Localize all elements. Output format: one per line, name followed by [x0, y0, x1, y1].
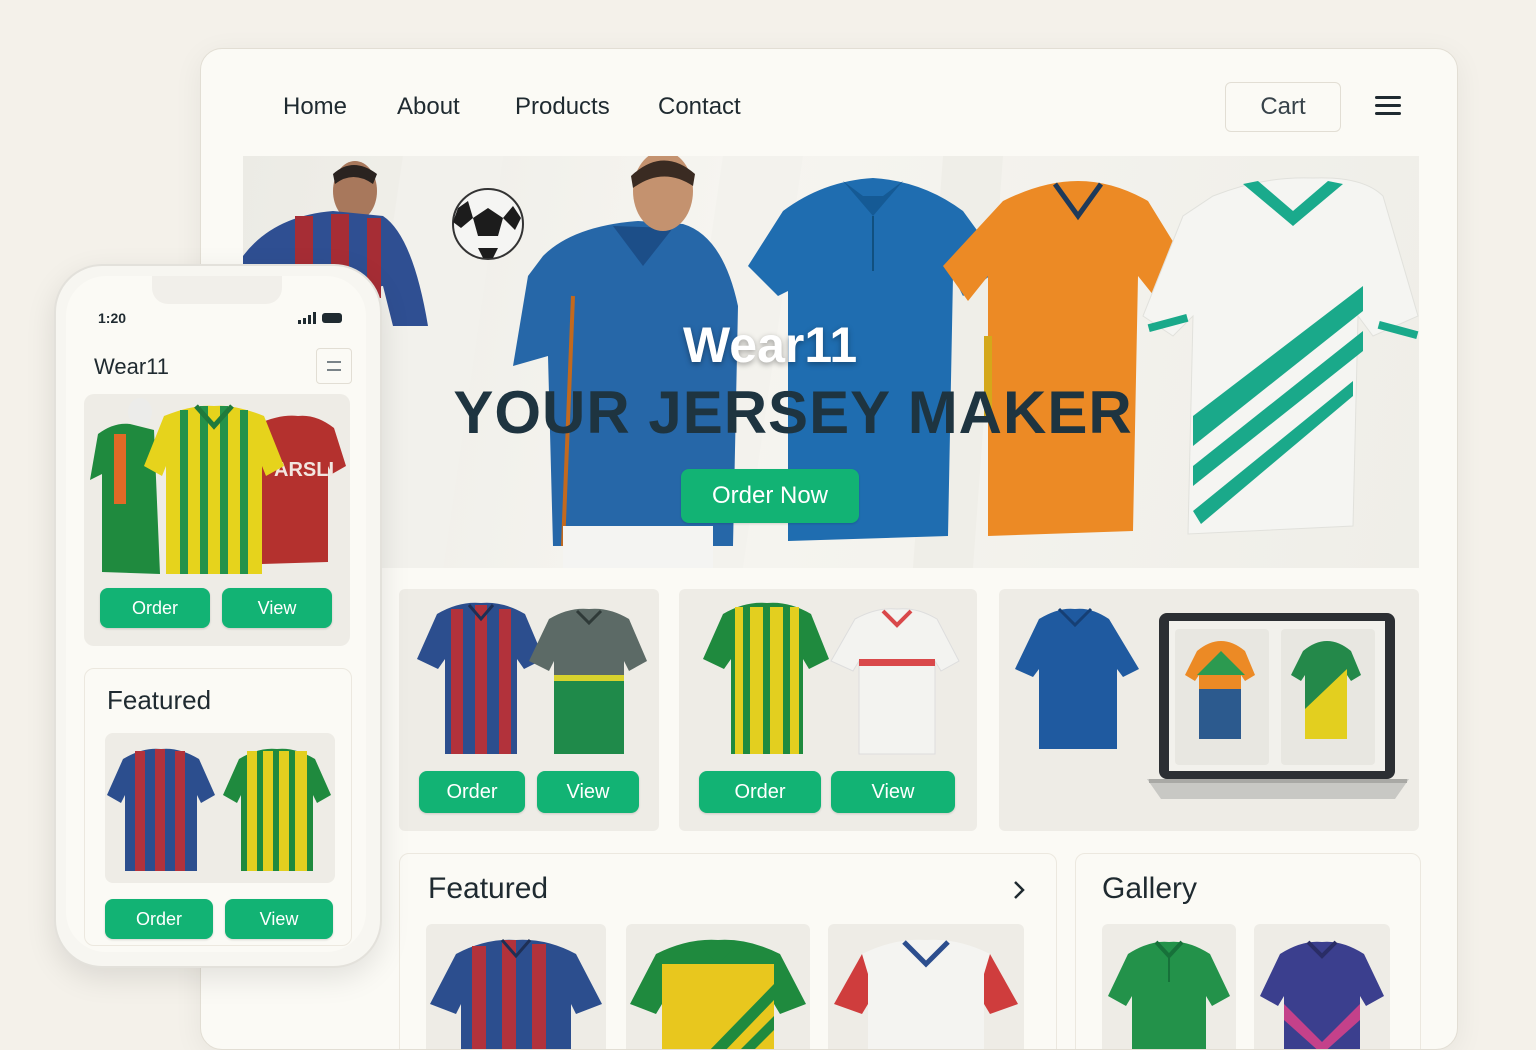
top-navigation: Home About Products Contact Cart: [201, 49, 1457, 159]
order-button[interactable]: Order: [699, 771, 821, 813]
laptop-preview-card: [999, 589, 1419, 831]
status-time: 1:20: [98, 310, 127, 326]
product-image: [417, 602, 647, 754]
view-button[interactable]: View: [831, 771, 955, 813]
product-image: [703, 602, 960, 755]
nav-products[interactable]: Products: [515, 93, 610, 121]
mobile-featured-section: Featured Order View: [84, 668, 352, 946]
mobile-screen: 1:20 Wear11 ARSLI Order View Featured Or…: [66, 276, 366, 952]
jersey-print-text: ARSLI: [274, 459, 334, 481]
mobile-view-button[interactable]: View: [222, 588, 332, 628]
featured-item[interactable]: [626, 924, 810, 1049]
featured-title: Featured: [428, 872, 549, 905]
mobile-product-card: ARSLI Order View: [84, 394, 350, 646]
gallery-title: Gallery: [1102, 872, 1198, 905]
mobile-featured-image: [105, 733, 335, 883]
desktop-browser-frame: Home About Products Contact Cart Wear11 …: [200, 48, 1458, 1050]
mobile-featured-title: Featured: [107, 685, 212, 715]
view-button[interactable]: View: [537, 771, 639, 813]
featured-item[interactable]: [426, 924, 606, 1049]
hero-banner: Wear11 YOUR JERSEY MAKER Order Now: [243, 156, 1419, 568]
featured-panel: Featured: [399, 853, 1057, 1049]
product-card: Order View: [399, 589, 659, 831]
gallery-item[interactable]: [1254, 924, 1390, 1049]
mobile-app-name: Wear11: [94, 354, 170, 379]
chevron-right-icon[interactable]: [1012, 880, 1026, 900]
mobile-phone-frame: 1:20 Wear11 ARSLI Order View Featured Or…: [54, 264, 382, 968]
order-button[interactable]: Order: [419, 771, 525, 813]
mobile-product-image: ARSLI: [90, 398, 346, 574]
mobile-view-button[interactable]: View: [225, 899, 333, 939]
hero-brand-name: Wear11: [683, 317, 858, 373]
nav-home[interactable]: Home: [283, 93, 347, 121]
phone-notch: [152, 276, 282, 304]
football-icon: [452, 188, 524, 260]
signal-battery-icon: [298, 312, 342, 324]
hamburger-icon[interactable]: [1375, 96, 1401, 116]
nav-about[interactable]: About: [397, 93, 460, 121]
gallery-item[interactable]: [1102, 924, 1236, 1049]
white-teal-jersey: [1142, 177, 1419, 535]
cart-button[interactable]: Cart: [1225, 82, 1341, 132]
laptop-preview-image: [1015, 607, 1409, 799]
nav-contact[interactable]: Contact: [658, 93, 741, 121]
mobile-menu-icon[interactable]: [316, 348, 352, 384]
mobile-order-button[interactable]: Order: [100, 588, 210, 628]
mobile-order-button[interactable]: Order: [105, 899, 213, 939]
hero-tagline: YOUR JERSEY MAKER: [453, 379, 1133, 446]
featured-item[interactable]: [828, 924, 1024, 1049]
gallery-panel: Gallery: [1075, 853, 1421, 1049]
product-card: Order View: [679, 589, 977, 831]
hero-order-now-button[interactable]: Order Now: [681, 469, 859, 523]
